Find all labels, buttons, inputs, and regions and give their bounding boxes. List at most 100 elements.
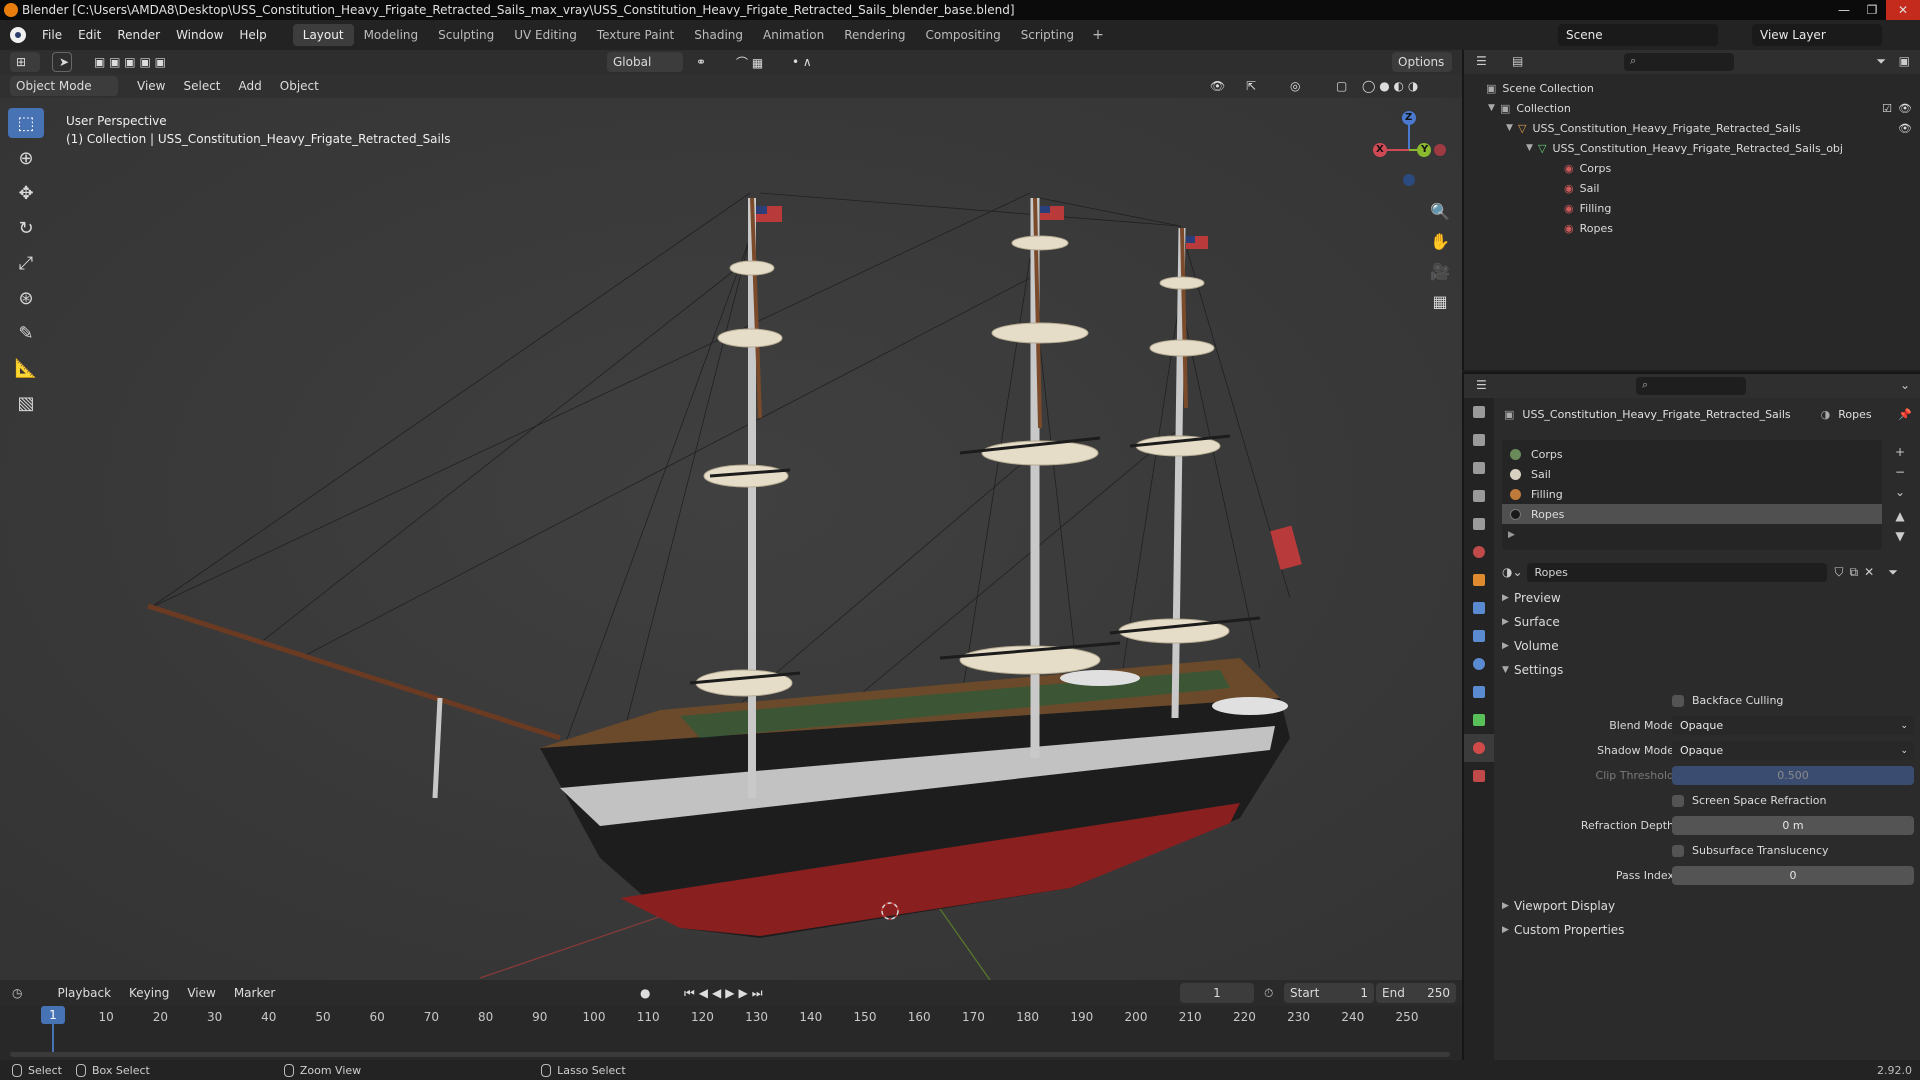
timeline-editor-icon[interactable]: ◷ [12, 986, 22, 1000]
visibility-eye-icon[interactable]: 👁 [1898, 102, 1912, 115]
playback-controls-icon[interactable]: ⏮◀◀▶▶⏭ [684, 986, 767, 1001]
tab-texture[interactable] [1464, 762, 1494, 790]
duplicate-icon[interactable]: ⧉ [1850, 565, 1859, 580]
display-mode-icon[interactable]: ▤ [1512, 54, 1523, 68]
scene-selector[interactable]: Scene [1558, 24, 1718, 46]
pin-icon[interactable]: 📌 [1898, 408, 1912, 421]
tab-uv-editing[interactable]: UV Editing [504, 24, 587, 46]
blender-menu-icon[interactable] [10, 27, 26, 43]
grid-icon[interactable]: ▦ [1428, 286, 1452, 316]
mode-dropdown[interactable]: Object Mode [10, 76, 118, 96]
minimize-icon[interactable]: — [1830, 0, 1858, 20]
start-frame-field[interactable]: Start 1 [1284, 983, 1374, 1003]
3d-viewport[interactable]: Z X Y User Perspective (1) Collection | … [0, 98, 1462, 980]
rotate-icon[interactable]: ↻ [8, 213, 44, 243]
unlink-icon[interactable]: ✕ [1864, 565, 1874, 579]
tab-tool[interactable] [1464, 398, 1494, 426]
select-box-icon[interactable]: ⬚ [8, 108, 44, 138]
filter-icon[interactable]: ⏷ [1876, 54, 1886, 69]
subsurface-checkbox[interactable]: Subsurface Translucency [1672, 844, 1829, 857]
refraction-depth-field[interactable]: 0 m [1672, 816, 1914, 835]
menu-edit[interactable]: Edit [70, 20, 109, 50]
xray-icon[interactable]: ▢ [1330, 76, 1348, 96]
exclude-checkbox-icon[interactable]: ☑ [1882, 102, 1892, 115]
blend-mode-dropdown[interactable]: Opaque ⌄ [1672, 716, 1914, 735]
transform-icon[interactable]: ⊛ [8, 283, 44, 313]
end-frame-field[interactable]: End 250 [1376, 983, 1456, 1003]
close-icon[interactable]: ✕ [1886, 0, 1920, 20]
tab-world[interactable] [1464, 538, 1494, 566]
panel-preview[interactable]: ▶ Preview [1494, 586, 1920, 610]
tab-modeling[interactable]: Modeling [354, 24, 429, 46]
chevron-down-icon[interactable]: ⌄ [1900, 378, 1910, 392]
menu-add[interactable]: Add [230, 74, 271, 98]
tab-rendering[interactable]: Rendering [834, 24, 915, 46]
panel-custom-properties[interactable]: ▶ Custom Properties [1494, 918, 1920, 942]
tab-particles[interactable] [1464, 622, 1494, 650]
tab-modifiers[interactable] [1464, 594, 1494, 622]
backface-culling-checkbox[interactable]: Backface Culling [1672, 694, 1783, 707]
options-dropdown[interactable]: Options [1392, 52, 1452, 72]
slot-sail[interactable]: Sail [1502, 464, 1882, 484]
slot-specials-icon[interactable]: ⌄ [1888, 482, 1912, 502]
menu-file[interactable]: File [34, 20, 70, 50]
outliner-editor-icon[interactable]: ☰ [1476, 54, 1487, 68]
clip-threshold-field[interactable]: 0.500 [1672, 766, 1914, 785]
shading-mode-icons[interactable]: ◯ ● ◐ ◑ [1356, 76, 1448, 96]
properties-editor-icon[interactable]: ☰ [1476, 378, 1487, 392]
selection-mode-icons[interactable]: ▣ ▣ ▣ ▣ ▣ [88, 52, 184, 72]
record-icon[interactable]: ● [640, 986, 650, 1000]
material-name-field[interactable]: Ropes [1526, 562, 1827, 582]
timeline[interactable]: 10 20 30 40 50 60 70 80 90 100 110 120 130 140 150 160 1… [0, 1006, 1462, 1060]
new-collection-icon[interactable]: ▣ [1899, 54, 1910, 68]
tab-physics[interactable] [1464, 650, 1494, 678]
scene-collection-row[interactable]: ▣ Scene Collection [1464, 78, 1920, 98]
cursor-icon[interactable]: ⊕ [8, 143, 44, 173]
fake-user-icon[interactable]: ⛉ [1835, 565, 1844, 580]
move-down-icon[interactable]: ▼ [1888, 526, 1912, 546]
collection-row[interactable]: ▼ ▣ Collection ☑ 👁 [1464, 98, 1920, 118]
camera-icon[interactable]: 🎥 [1428, 256, 1452, 286]
tab-material[interactable] [1464, 734, 1494, 762]
move-icon[interactable]: ✥ [8, 178, 44, 208]
outliner-search-input[interactable]: ⌕ [1624, 53, 1734, 71]
add-slot-icon[interactable]: + [1888, 442, 1912, 462]
mesh-row[interactable]: ▼ ▽ USS_Constitution_Heavy_Frigate_Retract… [1464, 138, 1920, 158]
expand-arrow-icon[interactable]: ▶ [1502, 530, 1882, 540]
material-row-corps[interactable]: ◉ Corps [1464, 158, 1920, 178]
menu-help[interactable]: Help [231, 20, 274, 50]
overlays-icon[interactable]: ◎ [1284, 76, 1320, 96]
tab-scripting[interactable]: Scripting [1011, 24, 1084, 46]
slot-corps[interactable]: Corps [1502, 444, 1882, 464]
menu-window[interactable]: Window [168, 20, 231, 50]
expand-arrow-icon[interactable]: ▼ [1526, 143, 1538, 153]
material-row-ropes[interactable]: ◉ Ropes [1464, 218, 1920, 238]
add-cube-icon[interactable]: ▧ [8, 388, 44, 418]
panel-settings[interactable]: ▼ Settings [1494, 658, 1920, 682]
menu-timeline-view[interactable]: View [178, 981, 224, 1005]
current-frame-field[interactable]: 1 [1180, 983, 1254, 1003]
object-row[interactable]: ▼ ▽ USS_Constitution_Heavy_Frigate_Retract… [1464, 118, 1920, 138]
menu-marker[interactable]: Marker [225, 981, 284, 1005]
scale-icon[interactable]: ⤢ [8, 248, 44, 278]
tab-layout[interactable]: Layout [292, 24, 354, 46]
menu-view[interactable]: View [128, 74, 174, 98]
annotate-icon[interactable]: ✎ [8, 318, 44, 348]
remove-slot-icon[interactable]: − [1888, 462, 1912, 482]
maximize-icon[interactable]: ❐ [1858, 0, 1886, 20]
shadow-mode-dropdown[interactable]: Opaque ⌄ [1672, 741, 1914, 760]
pass-index-field[interactable]: 0 [1672, 866, 1914, 885]
view-layer-selector[interactable]: View Layer [1752, 24, 1882, 46]
snap-icon[interactable]: ⌒ ▦ [730, 52, 780, 72]
panel-volume[interactable]: ▶ Volume [1494, 634, 1920, 658]
select-tool-icon[interactable]: ➤ [52, 52, 72, 72]
material-type-icon[interactable]: ⏷ [1888, 565, 1898, 580]
pivot-icon[interactable]: ⚭ [690, 52, 726, 72]
panel-viewport-display[interactable]: ▶ Viewport Display [1494, 894, 1920, 918]
tab-output[interactable] [1464, 454, 1494, 482]
tab-compositing[interactable]: Compositing [915, 24, 1010, 46]
visibility-icon[interactable]: 👁 [1204, 76, 1234, 96]
tab-texture-paint[interactable]: Texture Paint [587, 24, 684, 46]
visibility-eye-icon[interactable]: 👁 [1898, 122, 1912, 135]
ssr-checkbox[interactable]: Screen Space Refraction [1672, 794, 1827, 807]
